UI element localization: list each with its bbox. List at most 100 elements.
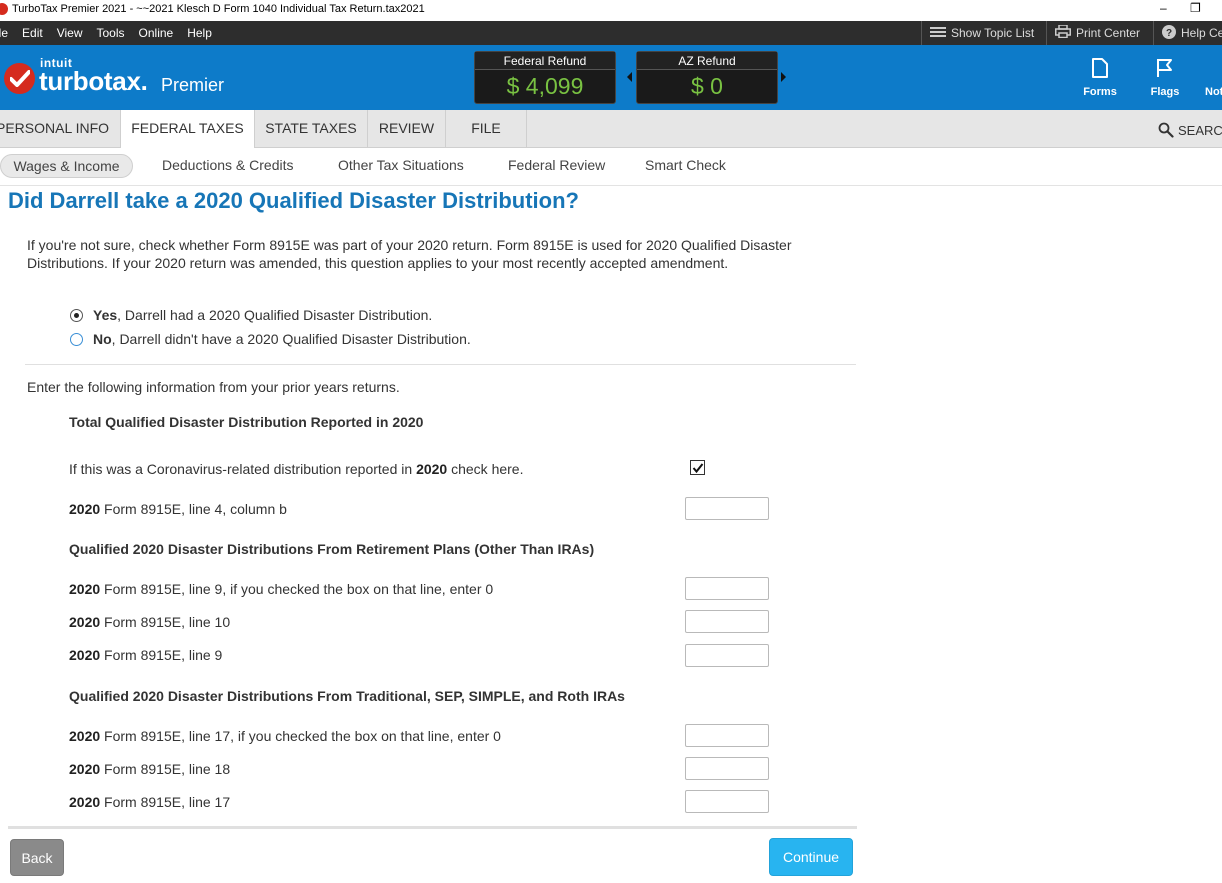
line17-text: Form 8915E, line 17 [100, 794, 231, 810]
state-refund-amount: $ 0 [691, 73, 723, 99]
refund-prev-arrow-icon[interactable] [627, 72, 632, 82]
tab-state-taxes[interactable]: STATE TAXES [255, 110, 368, 148]
coronavirus-checkbox[interactable] [690, 460, 705, 475]
forms-button[interactable]: Forms [1080, 58, 1120, 98]
print-center-label: Print Center [1076, 26, 1141, 40]
printer-icon [1055, 24, 1071, 41]
search-label: SEARC [1178, 123, 1222, 138]
menu-help[interactable]: Help [187, 26, 212, 40]
help-icon: ? [1162, 24, 1176, 42]
federal-refund-amount: $ 4,099 [506, 73, 584, 99]
turbotax-app-icon [0, 3, 8, 15]
section-retirement-heading: Qualified 2020 Disaster Distributions Fr… [69, 541, 595, 557]
turbotax-logo: turbotax. [39, 66, 148, 96]
radio-yes-bold: Yes [93, 307, 118, 323]
line9-checked-text: Form 8915E, line 9, if you checked the b… [100, 581, 494, 597]
subtab-federal-review[interactable]: Federal Review [508, 157, 605, 173]
state-refund-label: AZ Refund [637, 52, 777, 70]
federal-refund-meter[interactable]: Federal Refund $ 4,099 [474, 51, 616, 104]
line18-label: 2020 Form 8915E, line 18 [69, 761, 230, 777]
intro-text: If you're not sure, check whether Form 8… [27, 237, 792, 271]
show-topic-list-label: Show Topic List [951, 26, 1035, 40]
line18-input[interactable] [685, 757, 769, 780]
line4-year: 2020 [69, 501, 101, 517]
window-titlebar: TurboTax Premier 2021 - ~~2021 Klesch D … [0, 0, 1222, 20]
subtab-other-tax-situations[interactable]: Other Tax Situations [338, 157, 464, 173]
federal-refund-label: Federal Refund [475, 52, 615, 70]
line18-year: 2020 [69, 761, 101, 777]
radio-no[interactable] [70, 333, 83, 346]
notes-label: Not [1205, 86, 1222, 98]
radio-yes[interactable] [70, 309, 83, 322]
coronavirus-label: If this was a Coronavirus-related distri… [69, 461, 523, 477]
line9-checked-input[interactable] [685, 577, 769, 600]
checkmark-icon [692, 463, 704, 474]
subtab-smart-check[interactable]: Smart Check [645, 157, 726, 173]
line17-checked-label: 2020 Form 8915E, line 17, if you checked… [69, 728, 501, 744]
radio-no-option[interactable]: No, Darrell didn't have a 2020 Qualified… [70, 331, 471, 347]
menu-view[interactable]: View [57, 26, 83, 40]
flags-button[interactable]: Flags [1145, 58, 1185, 98]
show-topic-list-button[interactable]: Show Topic List [921, 21, 1046, 45]
line10-text: Form 8915E, line 10 [100, 614, 231, 630]
line18-text: Form 8915E, line 18 [100, 761, 231, 777]
radio-yes-option[interactable]: Yes, Darrell had a 2020 Qualified Disast… [70, 307, 432, 323]
line9-text: Form 8915E, line 9 [100, 647, 223, 663]
search-icon [1158, 122, 1174, 138]
tab-review[interactable]: REVIEW [368, 110, 446, 148]
search-button[interactable]: SEARC [1158, 122, 1222, 138]
svg-text:?: ? [1166, 28, 1172, 39]
section-total-heading: Total Qualified Disaster Distribution Re… [69, 414, 424, 430]
line9-year: 2020 [69, 647, 101, 663]
tab-federal-taxes[interactable]: FEDERAL TAXES [121, 110, 255, 149]
subtab-wages-income[interactable]: Wages & Income [0, 154, 133, 178]
flag-icon [1157, 59, 1172, 77]
print-center-button[interactable]: Print Center [1046, 21, 1153, 45]
menu-online[interactable]: Online [139, 26, 174, 40]
line9-label: 2020 Form 8915E, line 9 [69, 647, 222, 663]
line4-label: 2020 Form 8915E, line 4, column b [69, 501, 287, 517]
tab-personal-info[interactable]: PERSONAL INFO [0, 110, 121, 148]
help-center-button[interactable]: ? Help Ce [1153, 21, 1222, 45]
line17-checked-text: Form 8915E, line 17, if you checked the … [100, 728, 501, 744]
radio-no-text: , Darrell didn't have a 2020 Qualified D… [111, 331, 471, 347]
flags-label: Flags [1150, 86, 1180, 98]
line4-input[interactable] [685, 497, 769, 520]
minimize-icon[interactable]: – [1160, 1, 1167, 15]
line17-input[interactable] [685, 790, 769, 813]
notes-button[interactable]: Not [1200, 58, 1222, 98]
line17-year: 2020 [69, 794, 101, 810]
line10-year: 2020 [69, 614, 101, 630]
subtab-deductions-credits[interactable]: Deductions & Credits [162, 157, 294, 173]
forms-label: Forms [1083, 86, 1117, 98]
menu-bar: ile Edit View Tools Online Help Show Top… [0, 21, 1222, 45]
restore-icon[interactable]: ❐ [1190, 1, 1201, 15]
tab-file[interactable]: FILE [446, 110, 527, 148]
line10-input[interactable] [685, 610, 769, 633]
menu-edit[interactable]: Edit [22, 26, 43, 40]
list-icon [930, 26, 946, 41]
line9-checked-year: 2020 [69, 581, 101, 597]
footer-divider [8, 826, 857, 829]
line9-input[interactable] [685, 644, 769, 667]
state-refund-meter[interactable]: AZ Refund $ 0 [636, 51, 778, 104]
line17-label: 2020 Form 8915E, line 17 [69, 794, 230, 810]
radio-yes-text: , Darrell had a 2020 Qualified Disaster … [117, 307, 433, 323]
refund-next-arrow-icon[interactable] [781, 72, 786, 82]
back-button[interactable]: Back [10, 839, 64, 876]
line10-label: 2020 Form 8915E, line 10 [69, 614, 230, 630]
line4-text: Form 8915E, line 4, column b [100, 501, 287, 517]
menu-tools[interactable]: Tools [97, 26, 125, 40]
page-title: Did Darrell take a 2020 Qualified Disast… [8, 188, 579, 213]
edition-label: Premier [161, 75, 225, 95]
continue-button[interactable]: Continue [769, 838, 853, 876]
section-divider [25, 364, 856, 365]
menu-file[interactable]: ile [0, 26, 8, 40]
lead-text: Enter the following information from you… [27, 379, 400, 395]
section-ira-heading: Qualified 2020 Disaster Distributions Fr… [69, 688, 625, 704]
radio-no-bold: No [93, 331, 112, 347]
line9-checked-label: 2020 Form 8915E, line 9, if you checked … [69, 581, 493, 597]
turbotax-check-logo-icon [4, 63, 35, 94]
coronavirus-text-post: check here. [447, 461, 524, 477]
line17-checked-input[interactable] [685, 724, 769, 747]
